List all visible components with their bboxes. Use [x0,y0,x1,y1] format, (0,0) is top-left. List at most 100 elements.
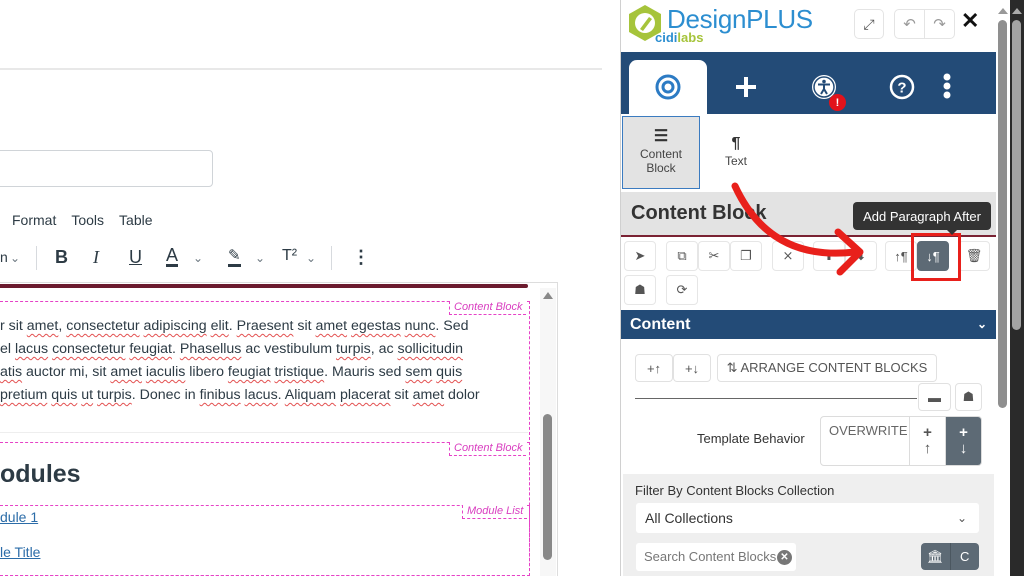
course-icon: C [960,549,970,564]
toolbar-separator [331,246,332,270]
insert-block-after-button[interactable]: +↓ [673,354,711,382]
divider [0,68,602,70]
brand-sub: cidilabs [655,30,703,45]
misspelled-word: placerat [340,387,391,403]
paragraph-style-dropdown[interactable]: n [0,249,8,265]
duplicate-button[interactable]: ❐ [730,241,762,271]
redo-button[interactable]: ↷ [925,10,954,38]
paragraph-icon: ¶ [731,135,741,152]
box-button[interactable]: ▬ [918,383,951,411]
paragraph-before-icon: ↑¶ [894,248,908,264]
undo-icon: ↶ [903,16,916,33]
misspelled-word: tristique [274,364,325,380]
remove-styles-button[interactable]: ⨯ [772,241,804,271]
content-section-header[interactable]: Content ⌄ [621,310,997,339]
course-button[interactable]: C [951,543,980,570]
module-list-label: Module List [462,505,528,519]
menu-tools[interactable]: Tools [71,212,104,228]
italic-button[interactable]: I [93,247,99,268]
divider [0,432,528,433]
arrange-content-blocks-button[interactable]: ⇅ ARRANGE CONTENT BLOCKS [717,354,937,382]
scroll-up-icon[interactable] [1012,8,1022,14]
panel-scrollbar[interactable] [996,0,1010,576]
tab-more[interactable] [927,60,967,114]
text-color-button[interactable]: A [166,246,179,267]
copy-button[interactable]: ⧉ [666,241,698,271]
ghost-icon: ☗ [962,389,975,404]
expand-button[interactable]: ⤢ [854,9,884,39]
close-button[interactable]: ✕ [961,8,979,34]
underline-button[interactable]: U [129,247,142,268]
scrollbar-thumb[interactable] [1012,20,1021,330]
ghost-button[interactable]: ☗ [955,383,982,411]
superscript-button[interactable]: T² [282,247,297,265]
prepend-option[interactable]: + ↑ [910,417,946,465]
chevron-down-icon[interactable]: ⌄ [255,251,265,265]
undo-button[interactable]: ↶ [895,10,925,38]
delete-button[interactable]: 🗑 [958,241,990,271]
collection-select[interactable]: All Collections ⌄ [636,503,979,533]
clear-search-icon[interactable]: ✕ [777,550,792,565]
scrollbar-thumb[interactable] [543,414,552,560]
subtab-text[interactable]: ¶ Text [697,116,775,189]
scrollbar-thumb[interactable] [998,20,1007,408]
scroll-up-icon[interactable] [543,292,553,299]
banner-bar [0,284,528,288]
title-input[interactable] [0,150,213,187]
institution-icon: 🏛 [926,548,944,564]
subtab-content-block[interactable]: ☰ Content Block [622,116,700,189]
insert-block-before-button[interactable]: +↑ [635,354,673,382]
tab-accessibility[interactable]: ! [785,60,863,114]
divider [635,398,917,399]
content-block-label: Content Block [449,442,527,456]
refresh-button[interactable]: ⟳ [666,275,698,305]
highlight-color-button[interactable]: ✎ [228,247,241,267]
chevron-down-icon[interactable]: ⌄ [10,251,20,265]
bold-button[interactable]: B [55,247,68,268]
ghost-button[interactable]: ☗ [624,275,656,305]
plus-icon [736,77,756,97]
misspelled-word: nunc [404,318,436,334]
misspelled-word: egestas [351,318,401,334]
tab-target[interactable] [629,60,707,114]
append-option[interactable]: + ↓ [946,417,981,465]
misspelled-word: amet [412,387,445,403]
menu-table[interactable]: Table [119,212,152,228]
misspelled-word: feugiat [227,364,271,380]
editor-scrollbar[interactable] [540,288,556,576]
editor-menubar: Format Tools Table [12,212,153,228]
module-link[interactable]: le Title [0,544,40,560]
move-up-button[interactable]: ⬆ [813,241,845,271]
brand-sub-a: cidi [655,30,678,45]
paragraph-line: r sit amet, consectetur adipiscing elit.… [0,318,469,334]
menu-format[interactable]: Format [12,212,56,228]
paragraph-text[interactable]: r sit amet, consectetur adipiscing elit.… [0,315,528,407]
filter-label: Filter By Content Blocks Collection [635,483,835,498]
misspelled-word: ut [81,387,94,403]
misspelled-word: atis [0,364,23,380]
module-link[interactable]: dule 1 [0,509,38,525]
scroll-up-icon[interactable] [998,8,1008,14]
arrow-circle-down-icon: ⬇ [855,248,867,263]
more-vertical-icon [943,73,951,99]
template-behavior-group: OVERWRITE + ↑ + ↓ [820,416,982,466]
alert-badge: ! [829,94,846,111]
chevron-down-icon[interactable]: ⌄ [193,251,203,265]
select-button[interactable]: ➤ [624,241,656,271]
chevron-down-icon[interactable]: ⌄ [306,251,316,265]
overwrite-option[interactable]: OVERWRITE [821,417,910,465]
move-down-button[interactable]: ⬇ [845,241,877,271]
search-content-blocks-input[interactable]: Search Content Blocks ✕ [636,543,796,571]
misspelled-word: consectetur [52,341,126,357]
more-options-button[interactable]: ⋮ [352,247,370,268]
institution-button[interactable]: 🏛 [921,543,951,570]
redo-icon: ↷ [933,16,946,33]
cut-button[interactable]: ✂ [698,241,730,271]
arrow-circle-up-icon: ⬆ [823,248,835,263]
misspelled-word: amet [315,318,348,334]
tab-add[interactable] [707,60,785,114]
svg-text:?: ? [897,80,906,97]
outer-scrollbar[interactable] [1010,0,1024,576]
chevron-down-icon: ⌄ [976,317,987,331]
module-list-outline [0,505,530,576]
